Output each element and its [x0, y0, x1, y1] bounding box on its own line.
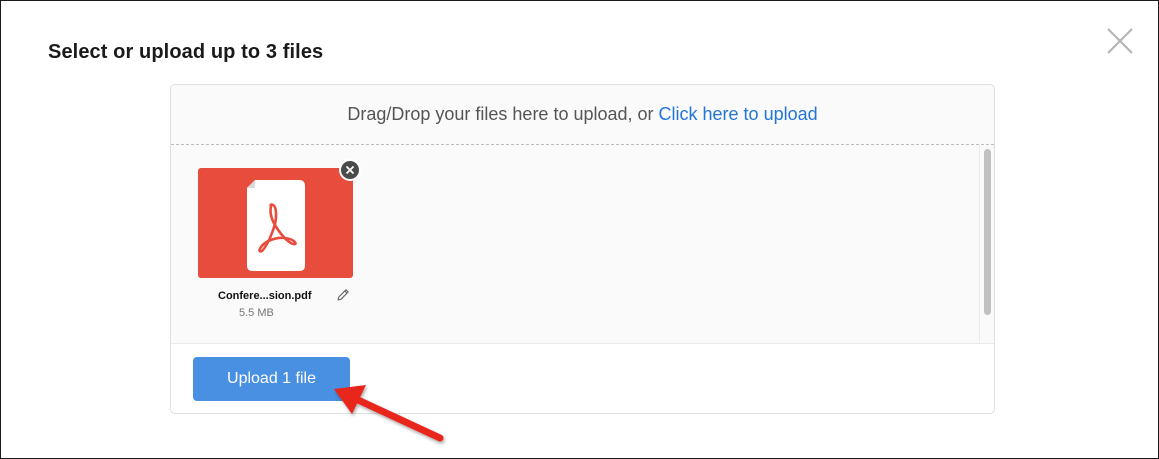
remove-circle-icon [341, 161, 359, 179]
annotation-arrow-icon [334, 385, 444, 442]
file-name: Confere...sion.pdf [218, 290, 312, 302]
file-list: Confere...sion.pdf 5.5 MB [171, 145, 994, 344]
close-button[interactable] [1104, 25, 1136, 57]
dialog-title: Select or upload up to 3 files [48, 41, 324, 63]
remove-file-button[interactable] [339, 159, 361, 181]
file-list-scrollbar[interactable] [979, 145, 994, 343]
close-x-icon [1107, 28, 1133, 54]
dropzone-text: Drag/Drop your files here to upload, or [347, 104, 659, 124]
file-preview [198, 168, 353, 278]
browse-files-link[interactable]: Click here to upload [659, 104, 818, 124]
edit-file-button[interactable] [335, 287, 351, 303]
pdf-file-icon [247, 180, 305, 271]
dropzone[interactable]: Drag/Drop your files here to upload, or … [171, 85, 994, 145]
file-size: 5.5 MB [239, 307, 274, 319]
pencil-icon [337, 289, 349, 301]
file-item: Confere...sion.pdf 5.5 MB [198, 159, 361, 328]
uploader-dashboard: Drag/Drop your files here to upload, or … [170, 84, 995, 414]
upload-modal: Select or upload up to 3 files Drag/Drop… [0, 0, 1159, 459]
scrollbar-thumb[interactable] [984, 149, 991, 315]
